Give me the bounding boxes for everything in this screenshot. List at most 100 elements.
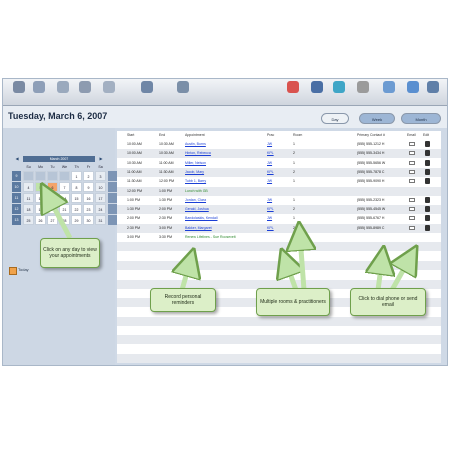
week-select-tab[interactable] [108, 204, 117, 214]
calendar-day[interactable]: 14 [59, 193, 70, 203]
table-row[interactable]: 11:00 AM 11:30 AM Jacob, Mary KPL 2 (555) 555… [117, 167, 441, 177]
calendar-day[interactable]: 11 [23, 193, 34, 203]
email-icon[interactable] [409, 179, 415, 184]
calendar-day[interactable]: 20 [47, 204, 58, 214]
patient-link[interactable]: Bakker, Margaret [185, 224, 212, 233]
table-row[interactable]: 1:00 PM 1:30 PM Jordan, Clara JW 1 (555) 555-… [117, 195, 441, 205]
calendar-day[interactable]: 5 [35, 182, 46, 192]
column-header[interactable]: Room [293, 133, 302, 137]
edit-icon[interactable] [425, 159, 430, 166]
calendar-day[interactable]: 24 [95, 204, 106, 214]
phone-number[interactable]: (555) 555-6767 H [357, 214, 384, 223]
calendar-day[interactable]: 1 [71, 171, 82, 181]
column-header[interactable]: Edit [423, 133, 429, 137]
week-view-button[interactable]: Week [359, 113, 395, 124]
week-number[interactable]: 10 [12, 182, 21, 192]
column-header[interactable]: Email [407, 133, 416, 137]
email-icon[interactable] [409, 216, 415, 221]
phone-number[interactable]: (555) 555-3434 H [357, 149, 384, 158]
print-icon[interactable] [99, 81, 119, 93]
week-number[interactable]: 11 [12, 193, 21, 203]
table-row[interactable] [117, 326, 441, 335]
week-number[interactable]: 13 [12, 215, 21, 225]
email-icon[interactable] [409, 225, 415, 230]
people-icon[interactable] [53, 81, 73, 93]
globe-icon[interactable] [329, 81, 349, 93]
patient-link[interactable]: Hinton, Rebecca [185, 149, 211, 158]
practitioner-link[interactable]: JW [267, 159, 272, 168]
table-row[interactable]: 11:30 AM 12:00 PM Tubb 1, Barry JW 1 (555) 55… [117, 177, 441, 187]
edit-icon[interactable] [425, 206, 430, 213]
email-icon[interactable] [409, 197, 415, 202]
table-row[interactable] [117, 353, 441, 363]
week-number[interactable]: 12 [12, 204, 21, 214]
table-row[interactable]: 3:00 PM 3:30 PM Renew Lifelines - Sue Roos… [117, 233, 441, 242]
phone-number[interactable]: (555) 555-8989 C [357, 224, 384, 233]
practitioner-link[interactable]: KPL [267, 224, 274, 233]
edit-icon[interactable] [425, 150, 430, 157]
phone-number[interactable]: (555) 555-9090 H [357, 177, 384, 186]
patient-link[interactable]: Austin, Burns [185, 140, 206, 149]
table-row[interactable] [117, 260, 441, 270]
table-row[interactable]: 12:00 PM 1:00 PM Lunch with GB [117, 186, 441, 196]
help-icon[interactable] [403, 81, 423, 93]
practitioner-link[interactable]: JW [267, 214, 272, 223]
chart-icon[interactable] [283, 81, 303, 93]
table-row[interactable] [117, 270, 441, 280]
calendar-day[interactable]: 9 [83, 182, 94, 192]
table-row[interactable]: 1:30 PM 2:00 PM Gerald, Joshua KPL 2 (555) 55… [117, 205, 441, 215]
practitioner-link[interactable]: KPL [267, 168, 274, 177]
table-row[interactable]: 2:30 PM 3:00 PM Bakker, Margaret KPL 2 (555) … [117, 223, 441, 233]
table-row[interactable]: 10:00 AM 10:30 AM Austin, Burns JW 1 (555) 55… [117, 140, 441, 149]
calendar-day[interactable]: 15 [71, 193, 82, 203]
calendar-day[interactable]: 3 [95, 171, 106, 181]
table-row[interactable]: 10:30 AM 11:00 AM Miller, Nelson JW 1 (555) 5… [117, 158, 441, 168]
week-select-tab[interactable] [108, 182, 117, 192]
table-row[interactable] [117, 251, 441, 261]
practitioner-link[interactable]: JW [267, 177, 272, 186]
week-select-tab[interactable] [108, 193, 117, 203]
patient-link[interactable]: Bandolaskis, Kendall [185, 214, 218, 223]
edit-icon[interactable] [425, 196, 430, 203]
practitioner-link[interactable]: KPL [267, 205, 274, 214]
day-view-button[interactable]: Day [321, 113, 349, 124]
table-row[interactable]: 10:00 AM 10:30 AM Hinton, Rebecca KPL 2 (555)… [117, 149, 441, 159]
today-label[interactable]: Today [18, 267, 29, 272]
calendar-day[interactable]: 12 [35, 193, 46, 203]
calendar-day[interactable]: 28 [59, 215, 70, 225]
patient-link[interactable]: Jacob, Mary [185, 168, 204, 177]
edit-icon[interactable] [425, 178, 430, 185]
week-select-tab[interactable] [108, 215, 117, 225]
calendar-day[interactable]: 29 [71, 215, 82, 225]
next-month-arrow-icon[interactable]: ▶ [97, 156, 105, 162]
settings-icon[interactable] [173, 81, 193, 93]
calendar-day[interactable]: 16 [83, 193, 94, 203]
table-row[interactable] [117, 335, 441, 345]
calendar-day[interactable]: 26 [35, 215, 46, 225]
calendar-day[interactable]: 27 [47, 215, 58, 225]
schedule-icon[interactable] [307, 81, 327, 93]
phone-number[interactable]: (555) 555-4545 W [357, 205, 385, 214]
practitioner-link[interactable]: KPL [267, 149, 274, 158]
calendar-day[interactable]: 4 [23, 182, 34, 192]
calendar-day[interactable]: 13 [47, 193, 58, 203]
reminder-text[interactable]: Renew Lifelines - Sue Roosevelt [185, 233, 236, 242]
calendar-day[interactable]: 2 [83, 171, 94, 181]
email-icon[interactable] [409, 207, 415, 212]
email-icon[interactable] [409, 160, 415, 165]
patient-link[interactable]: Tubb 1, Barry [185, 177, 206, 186]
table-row[interactable] [117, 316, 441, 326]
email-icon[interactable] [409, 142, 415, 146]
calendar-day[interactable]: 22 [71, 204, 82, 214]
email-icon[interactable] [409, 169, 415, 174]
column-header[interactable]: Prac [267, 133, 274, 137]
calendar-day[interactable]: 25 [23, 215, 34, 225]
today-icon[interactable] [9, 267, 17, 275]
calendar-day[interactable]: 31 [95, 215, 106, 225]
home-icon[interactable] [9, 81, 29, 93]
calendar-day[interactable]: 10 [95, 182, 106, 192]
patient-link[interactable]: Miller, Nelson [185, 159, 206, 168]
edit-icon[interactable] [425, 141, 430, 147]
column-header[interactable]: Primary Contact # [357, 133, 385, 137]
calendar-day[interactable]: 18 [23, 204, 34, 214]
